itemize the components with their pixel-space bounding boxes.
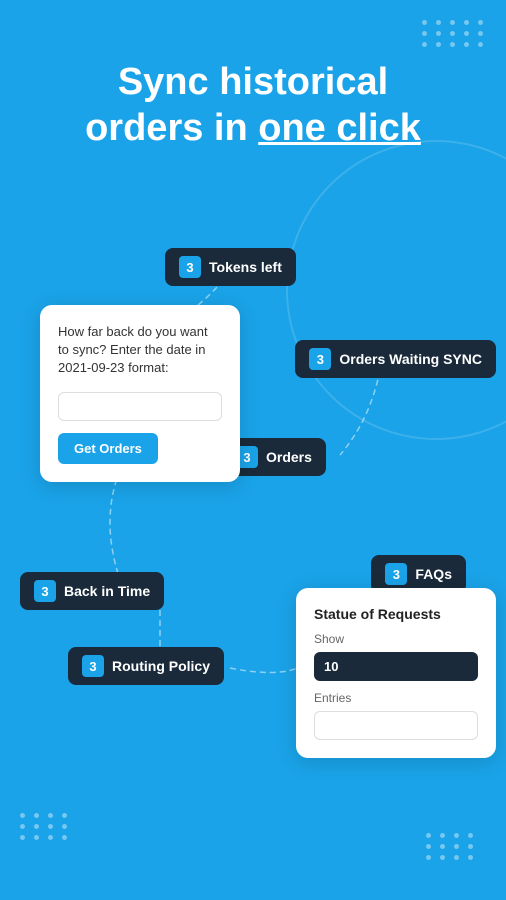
entries-input[interactable] bbox=[314, 711, 478, 740]
dots-top-right bbox=[422, 20, 486, 47]
entries-label: Entries bbox=[314, 691, 478, 705]
routing-policy-label: Routing Policy bbox=[112, 658, 210, 674]
tokens-left-number: 3 bbox=[179, 256, 201, 278]
orders-label: Orders bbox=[266, 449, 312, 465]
get-orders-button[interactable]: Get Orders bbox=[58, 433, 158, 464]
orders-waiting-number: 3 bbox=[309, 348, 331, 370]
bg-circle bbox=[286, 140, 506, 440]
hero-title: Sync historical orders in one click bbox=[0, 60, 506, 151]
orders-waiting-label: Orders Waiting SYNC bbox=[339, 351, 482, 367]
back-in-time-label: Back in Time bbox=[64, 583, 150, 599]
status-card-title: Statue of Requests bbox=[314, 606, 478, 622]
back-in-time-chip: 3 Back in Time bbox=[20, 572, 164, 610]
show-label: Show bbox=[314, 632, 478, 646]
entries-select[interactable]: 10 25 50 100 bbox=[314, 652, 478, 681]
get-orders-card: How far back do you want to sync? Enter … bbox=[40, 305, 240, 482]
get-orders-text: How far back do you want to sync? Enter … bbox=[58, 323, 222, 378]
orders-waiting-chip: 3 Orders Waiting SYNC bbox=[295, 340, 496, 378]
dots-bottom-left bbox=[20, 813, 70, 840]
routing-policy-chip: 3 Routing Policy bbox=[68, 647, 224, 685]
status-requests-card: Statue of Requests Show 10 25 50 100 Ent… bbox=[296, 588, 496, 758]
routing-policy-number: 3 bbox=[82, 655, 104, 677]
dots-bottom-right bbox=[426, 833, 476, 860]
faqs-label: FAQs bbox=[415, 566, 452, 582]
back-in-time-number: 3 bbox=[34, 580, 56, 602]
tokens-left-chip: 3 Tokens left bbox=[165, 248, 296, 286]
date-input[interactable] bbox=[58, 392, 222, 421]
tokens-left-label: Tokens left bbox=[209, 259, 282, 275]
faqs-number: 3 bbox=[385, 563, 407, 585]
